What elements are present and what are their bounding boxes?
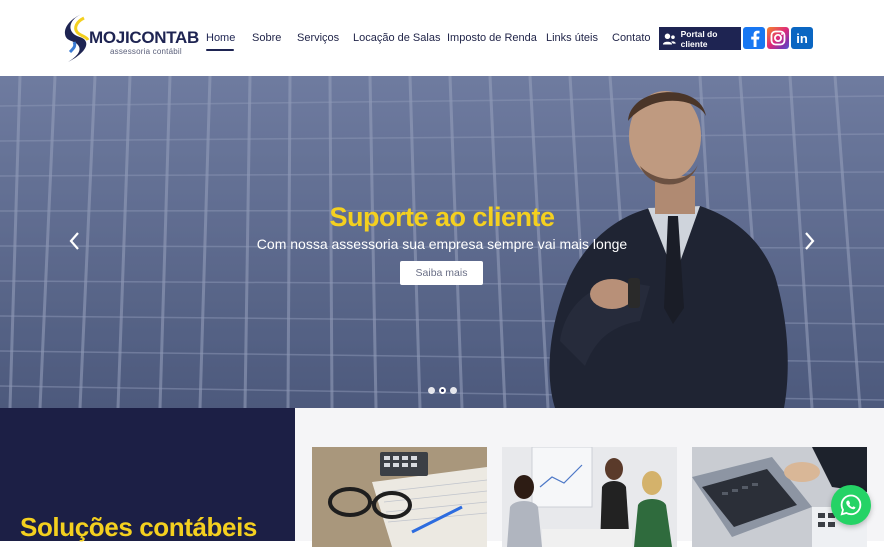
- hero-subtitle: Com nossa assessoria sua empresa sempre …: [256, 236, 628, 252]
- logo[interactable]: MOJICONTAB assessoria contábil: [62, 12, 199, 64]
- carousel-dot-3[interactable]: [450, 387, 457, 394]
- nav-home[interactable]: Home: [206, 32, 235, 44]
- facebook-icon[interactable]: [743, 27, 765, 49]
- users-icon: [662, 33, 676, 44]
- nav-sobre[interactable]: Sobre: [252, 32, 281, 44]
- hero-carousel: Suporte ao cliente Com nossa assessoria …: [0, 76, 884, 408]
- carousel-indicators: [428, 387, 457, 395]
- linkedin-icon[interactable]: in: [791, 27, 813, 49]
- card-image-glasses-notebook: [312, 447, 487, 547]
- logo-tagline: assessoria contábil: [110, 47, 182, 56]
- portal-cliente-button[interactable]: Portal do cliente: [659, 27, 741, 50]
- hero-title: Suporte ao cliente: [329, 202, 555, 232]
- carousel-dot-2[interactable]: [439, 387, 446, 394]
- solutions-panel: Soluções contábeis: [0, 408, 295, 542]
- nav-links-uteis[interactable]: Links úteis: [546, 32, 598, 44]
- solutions-title: Soluções contábeis: [20, 512, 257, 542]
- nav-imposto-renda[interactable]: Imposto de Renda: [447, 32, 537, 44]
- solutions-cards: [295, 408, 884, 547]
- nav-contato[interactable]: Contato: [612, 32, 651, 44]
- card-image-meeting: [502, 447, 677, 547]
- whatsapp-icon[interactable]: [831, 485, 871, 525]
- nav-active-underline: [206, 49, 234, 51]
- site-header: MOJICONTAB assessoria contábil Home Sobr…: [0, 0, 884, 76]
- chevron-right-icon[interactable]: [801, 230, 817, 252]
- carousel-dot-1[interactable]: [428, 387, 435, 394]
- saiba-mais-button[interactable]: Saiba mais: [400, 261, 483, 285]
- portal-cliente-label: Portal do cliente: [680, 28, 718, 49]
- service-card-accounting[interactable]: [312, 447, 487, 547]
- logo-text: MOJICONTAB: [89, 28, 200, 47]
- chevron-left-icon[interactable]: [67, 230, 83, 252]
- instagram-icon[interactable]: [767, 27, 789, 49]
- service-card-consulting[interactable]: [502, 447, 677, 547]
- nav-servicos[interactable]: Serviços: [297, 32, 339, 44]
- nav-locacao-salas[interactable]: Locação de Salas: [353, 32, 440, 44]
